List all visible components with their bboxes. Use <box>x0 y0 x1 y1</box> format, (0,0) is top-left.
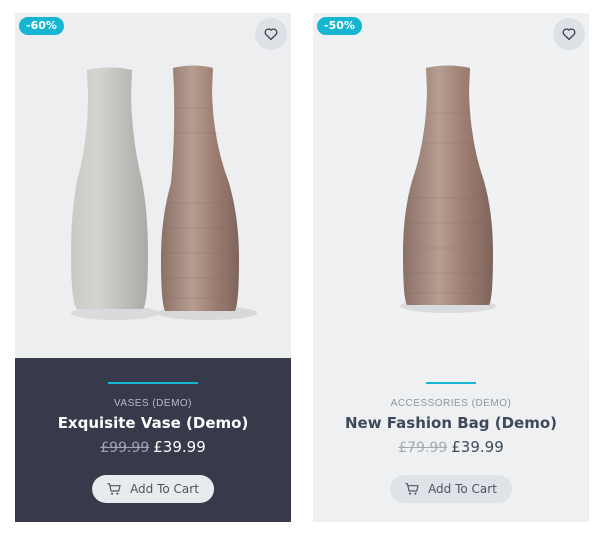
accent-divider <box>108 382 198 384</box>
product-card[interactable]: -60% VASES (DEMO) Exquisite Vase (Demo) … <box>15 13 291 522</box>
product-card[interactable]: -50% ACCESSORIES (DEMO) New Fashion Bag … <box>313 13 589 522</box>
add-to-cart-label: Add To Cart <box>428 482 497 496</box>
product-image[interactable]: -60% <box>15 13 291 358</box>
product-category[interactable]: VASES (DEMO) <box>15 398 291 409</box>
product-price: £99.99 £39.99 <box>15 438 291 456</box>
product-info: VASES (DEMO) Exquisite Vase (Demo) £99.9… <box>15 358 291 522</box>
heart-outline-icon <box>562 28 576 40</box>
accent-divider <box>426 382 476 384</box>
heart-outline-icon <box>264 28 278 40</box>
wishlist-button[interactable] <box>255 18 287 50</box>
discount-badge: -60% <box>19 17 64 35</box>
product-image[interactable]: -50% <box>313 13 589 358</box>
product-price: £79.99 £39.99 <box>313 438 589 456</box>
sale-price: £39.99 <box>153 438 206 456</box>
product-info: ACCESSORIES (DEMO) New Fashion Bag (Demo… <box>313 358 589 522</box>
shopping-cart-icon <box>107 483 121 495</box>
add-to-cart-button[interactable]: Add To Cart <box>390 475 512 503</box>
vase-illustration <box>71 65 257 320</box>
shopping-cart-icon <box>405 483 419 495</box>
add-to-cart-label: Add To Cart <box>130 482 199 496</box>
original-price: £99.99 <box>100 440 150 456</box>
product-category[interactable]: ACCESSORIES (DEMO) <box>313 398 589 409</box>
product-title[interactable]: Exquisite Vase (Demo) <box>15 414 291 432</box>
original-price: £79.99 <box>398 440 448 456</box>
wishlist-button[interactable] <box>553 18 585 50</box>
product-title[interactable]: New Fashion Bag (Demo) <box>313 414 589 432</box>
vase-illustration <box>400 65 496 313</box>
add-to-cart-button[interactable]: Add To Cart <box>92 475 214 503</box>
sale-price: £39.99 <box>451 438 504 456</box>
discount-badge: -50% <box>317 17 362 35</box>
